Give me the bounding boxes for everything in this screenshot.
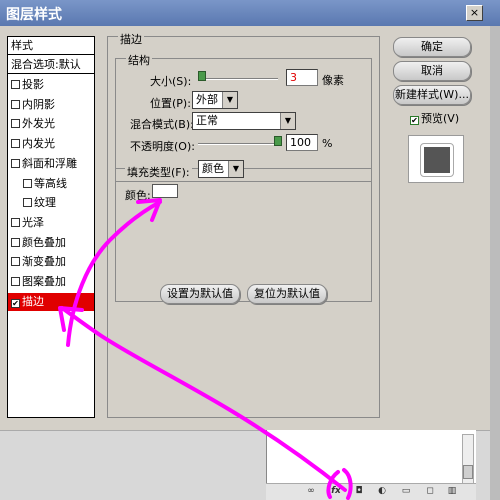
layers-scrollbar[interactable] (462, 434, 474, 484)
checkbox-icon[interactable] (11, 277, 20, 286)
structure-title: 结构 (126, 52, 152, 68)
checkbox-icon[interactable] (11, 237, 20, 247)
sidebar-item-label: 渐变叠加 (22, 255, 66, 269)
checkbox-icon[interactable] (11, 257, 20, 267)
preview-thumbnail (420, 143, 454, 177)
position-select[interactable]: 外部 ▼ (192, 91, 238, 109)
sidebar-item-label: 外发光 (22, 117, 55, 131)
checkbox-icon[interactable] (11, 158, 20, 168)
opacity-input[interactable]: 100 (286, 134, 318, 151)
checkbox-icon[interactable] (11, 99, 20, 109)
sidebar-item-label: 描边 (22, 294, 44, 308)
preview-checkbox[interactable]: ✔ 预览(V) (410, 110, 459, 126)
sidebar-item-label: 光泽 (22, 215, 44, 229)
new-layer-icon[interactable]: ◻ (424, 486, 436, 497)
sidebar-item-label: 纹理 (34, 196, 56, 210)
sidebar-item-6[interactable]: 纹理 (8, 194, 94, 212)
checkbox-icon[interactable] (11, 217, 20, 227)
style-preview (408, 135, 464, 183)
blend-options-item[interactable]: 混合选项:默认 (8, 56, 94, 74)
sidebar-item-label: 内发光 (22, 137, 55, 151)
close-button[interactable]: × (466, 5, 483, 21)
layer-style-dialog: 样式 混合选项:默认 投影内阴影外发光内发光斜面和浮雕等高线纹理光泽颜色叠加渐变… (0, 26, 490, 430)
sidebar-item-label: 颜色叠加 (22, 235, 66, 249)
checkbox-icon[interactable] (23, 198, 32, 208)
size-unit: 像素 (322, 74, 344, 87)
sidebar-item-11[interactable]: ✔ 描边 (8, 292, 94, 311)
trash-icon[interactable]: ▥ (446, 486, 458, 497)
sidebar-item-10[interactable]: 图案叠加 (8, 273, 94, 291)
sidebar-item-label: 投影 (22, 78, 44, 91)
mask-icon[interactable]: ◘ (353, 486, 365, 497)
size-slider-thumb[interactable] (197, 71, 206, 81)
reset-default-button[interactable]: 复位为默认值 (247, 284, 327, 304)
chevron-down-icon: ▼ (228, 161, 243, 177)
adjustment-icon[interactable]: ◐ (376, 486, 388, 497)
sidebar-item-9[interactable]: 渐变叠加 (8, 253, 94, 271)
position-label: 位置(P): (150, 97, 191, 110)
sidebar-item-7[interactable]: 光泽 (8, 214, 94, 232)
sidebar-item-8[interactable]: 颜色叠加 (8, 234, 94, 252)
sidebar-item-label: 图案叠加 (22, 275, 66, 288)
opacity-unit: % (322, 137, 333, 150)
size-label: 大小(S): (150, 75, 192, 88)
blend-mode-select[interactable]: 正常 ▼ (192, 112, 296, 130)
sidebar-item-2[interactable]: 外发光 (8, 115, 94, 133)
ok-button[interactable]: 确定 (393, 37, 471, 57)
fill-type-select[interactable]: 颜色 ▼ (198, 160, 244, 178)
sidebar-item-5[interactable]: 等高线 (8, 175, 94, 193)
layers-toolbar (266, 483, 476, 500)
sidebar-item-1[interactable]: 内阴影 (8, 96, 94, 114)
checkmark-icon: ✔ (410, 116, 419, 125)
checkbox-icon[interactable]: ✔ (11, 298, 20, 308)
dialog-title: 图层样式 (6, 7, 62, 23)
sidebar-item-4[interactable]: 斜面和浮雕 (8, 155, 94, 173)
checkbox-icon[interactable] (11, 80, 20, 89)
fill-type-label: 填充类型(F): (125, 164, 192, 180)
opacity-slider-track[interactable] (198, 143, 280, 145)
blend-mode-value: 正常 (196, 114, 218, 127)
fx-icon[interactable]: fx (330, 486, 342, 497)
sidebar-item-label: 斜面和浮雕 (22, 156, 77, 170)
sidebar-item-0[interactable]: 投影 (8, 76, 94, 94)
opacity-label: 不透明度(O): (130, 140, 195, 153)
opacity-slider-thumb[interactable] (274, 136, 282, 146)
color-label: 颜色: (125, 189, 151, 202)
cancel-button[interactable]: 取消 (393, 61, 471, 81)
checkbox-icon[interactable] (23, 178, 32, 188)
preview-label: 预览(V) (421, 112, 460, 125)
new-style-button[interactable]: 新建样式(W)... (393, 85, 471, 105)
checkbox-icon[interactable] (11, 139, 20, 149)
folder-icon[interactable]: ▭ (400, 486, 412, 497)
sidebar-item-label: 等高线 (34, 176, 67, 190)
scrollbar-thumb[interactable] (463, 465, 473, 479)
link-icon[interactable]: ∞ (305, 486, 317, 497)
size-slider-track[interactable] (198, 78, 278, 80)
sidebar-item-3[interactable]: 内发光 (8, 135, 94, 153)
stroke-section-title: 描边 (118, 31, 144, 47)
blend-mode-label: 混合模式(B): (130, 118, 194, 131)
styles-header[interactable]: 样式 (8, 37, 94, 55)
title-bar: 图层样式 × (0, 0, 500, 26)
position-value: 外部 (196, 93, 218, 106)
set-default-button[interactable]: 设置为默认值 (160, 284, 240, 304)
color-swatch[interactable] (152, 184, 178, 198)
fill-type-value: 颜色 (202, 162, 224, 175)
size-input[interactable]: 3 (286, 69, 318, 86)
checkbox-icon[interactable] (11, 119, 20, 129)
chevron-down-icon: ▼ (280, 113, 295, 129)
sidebar-item-label: 内阴影 (22, 97, 55, 111)
background-strip (490, 26, 500, 500)
chevron-down-icon: ▼ (222, 92, 237, 108)
styles-list: 样式 混合选项:默认 投影内阴影外发光内发光斜面和浮雕等高线纹理光泽颜色叠加渐变… (7, 36, 95, 418)
